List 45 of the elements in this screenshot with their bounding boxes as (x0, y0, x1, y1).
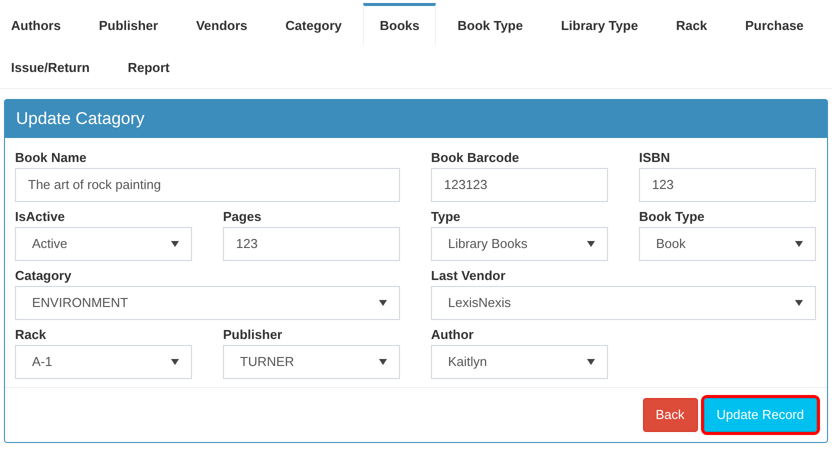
nav-tab[interactable]: Book Type (440, 3, 540, 45)
nav-tab[interactable]: Report (110, 45, 187, 87)
nav-tab[interactable]: Vendors (179, 3, 264, 45)
dropdown[interactable]: Book (639, 227, 816, 261)
caret-icon (171, 241, 179, 247)
nav-tab[interactable]: Library Type (544, 3, 656, 45)
field-label: ISBN (639, 149, 670, 167)
field-label: Rack (15, 326, 46, 344)
back-button[interactable]: Back (642, 398, 698, 432)
dropdown[interactable]: TURNER (223, 345, 400, 379)
field-label: Book Barcode (431, 149, 520, 167)
field-label: Pages (223, 208, 262, 226)
dropdown[interactable]: Kaitlyn (431, 345, 608, 379)
dropdown[interactable]: Library Books (431, 227, 608, 261)
input-field[interactable]: 123 (223, 227, 400, 261)
nav-tab[interactable]: Purchase (728, 3, 821, 45)
field-label: Book Type (639, 208, 704, 226)
field-label: Publisher (223, 326, 282, 344)
field-label: Type (431, 208, 460, 226)
caret-icon (587, 359, 595, 365)
nav-tab[interactable]: Issue/Return (0, 45, 107, 87)
nav-tab[interactable]: Authors (0, 3, 78, 45)
caret-icon (795, 300, 803, 306)
field-label: IsActive (15, 208, 65, 226)
caret-icon (379, 359, 387, 365)
caret-icon (379, 300, 387, 306)
caret-icon (587, 241, 595, 247)
input-field[interactable]: 123123 (431, 168, 608, 202)
nav-tab[interactable]: Books (362, 3, 436, 45)
caret-icon (171, 359, 179, 365)
dropdown[interactable]: ENVIRONMENT (15, 286, 400, 320)
dropdown[interactable]: Active (15, 227, 192, 261)
nav-tab[interactable]: Category (268, 3, 359, 45)
caret-icon (795, 241, 803, 247)
field-label: Author (431, 326, 474, 344)
field-label: Catagory (15, 267, 72, 285)
field-label: Book Name (15, 149, 87, 167)
nav-tab[interactable]: Publisher (82, 3, 176, 45)
input-field[interactable]: 123 (639, 168, 816, 202)
dropdown[interactable]: LexisNexis (431, 286, 816, 320)
dropdown[interactable]: A-1 (15, 345, 192, 379)
nav-tab[interactable]: Rack (659, 3, 724, 45)
panel-title: Update Catagory (16, 108, 145, 130)
field-label: Last Vendor (431, 267, 506, 285)
input-field[interactable]: The art of rock painting (15, 168, 400, 202)
